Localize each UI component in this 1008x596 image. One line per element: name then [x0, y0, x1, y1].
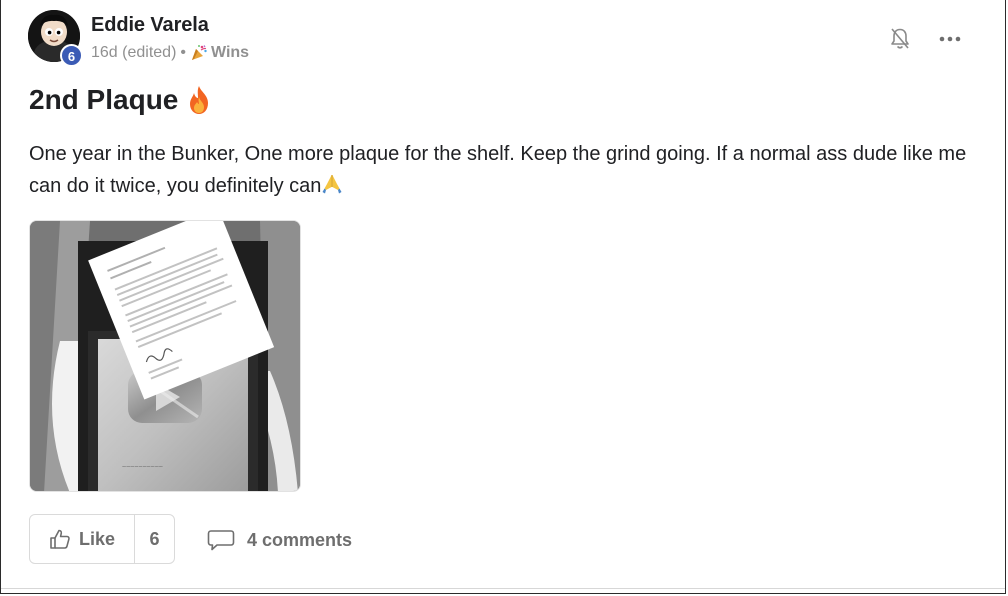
level-badge: 6: [60, 44, 83, 67]
comments-button[interactable]: 4 comments: [207, 526, 352, 554]
post-body: One year in the Bunker, One more plaque …: [29, 138, 979, 205]
thumbs-up-icon: [50, 529, 70, 549]
like-control: Like 6: [29, 514, 175, 564]
notification-toggle-button[interactable]: [885, 24, 915, 54]
comment-icon: [207, 530, 235, 551]
praying-hands-icon: [321, 173, 343, 205]
post-time[interactable]: 16d (edited): [91, 44, 176, 62]
fire-icon: [186, 85, 212, 115]
post-title: 2nd Plaque: [29, 84, 212, 116]
plaque-inscription: ~~~~~~~~~~: [122, 464, 163, 471]
like-button[interactable]: Like: [30, 515, 135, 563]
more-options-button[interactable]: [935, 26, 965, 52]
like-count[interactable]: 6: [135, 515, 174, 563]
plaque-photo-icon: ~~~~~~~~~~: [30, 221, 300, 491]
comments-label: 4 comments: [247, 529, 353, 550]
post-image[interactable]: ~~~~~~~~~~: [29, 220, 301, 492]
meta-separator: •: [180, 44, 186, 61]
author-avatar-container[interactable]: 6: [28, 10, 83, 67]
post-category[interactable]: Wins: [211, 44, 249, 62]
more-horizontal-icon: [939, 36, 961, 42]
post-meta: 16d (edited) • Wins: [91, 44, 249, 62]
post-title-text: 2nd Plaque: [29, 84, 179, 115]
divider: [1, 588, 1005, 589]
party-popper-icon: [190, 44, 208, 62]
post-body-text: One year in the Bunker, One more plaque …: [29, 143, 967, 197]
author-name[interactable]: Eddie Varela: [91, 14, 209, 37]
bell-off-icon: [891, 28, 909, 49]
post-card: 6 Eddie Varela 16d (edited) • Wins 2nd P…: [0, 0, 1006, 594]
like-label: Like: [78, 528, 116, 549]
